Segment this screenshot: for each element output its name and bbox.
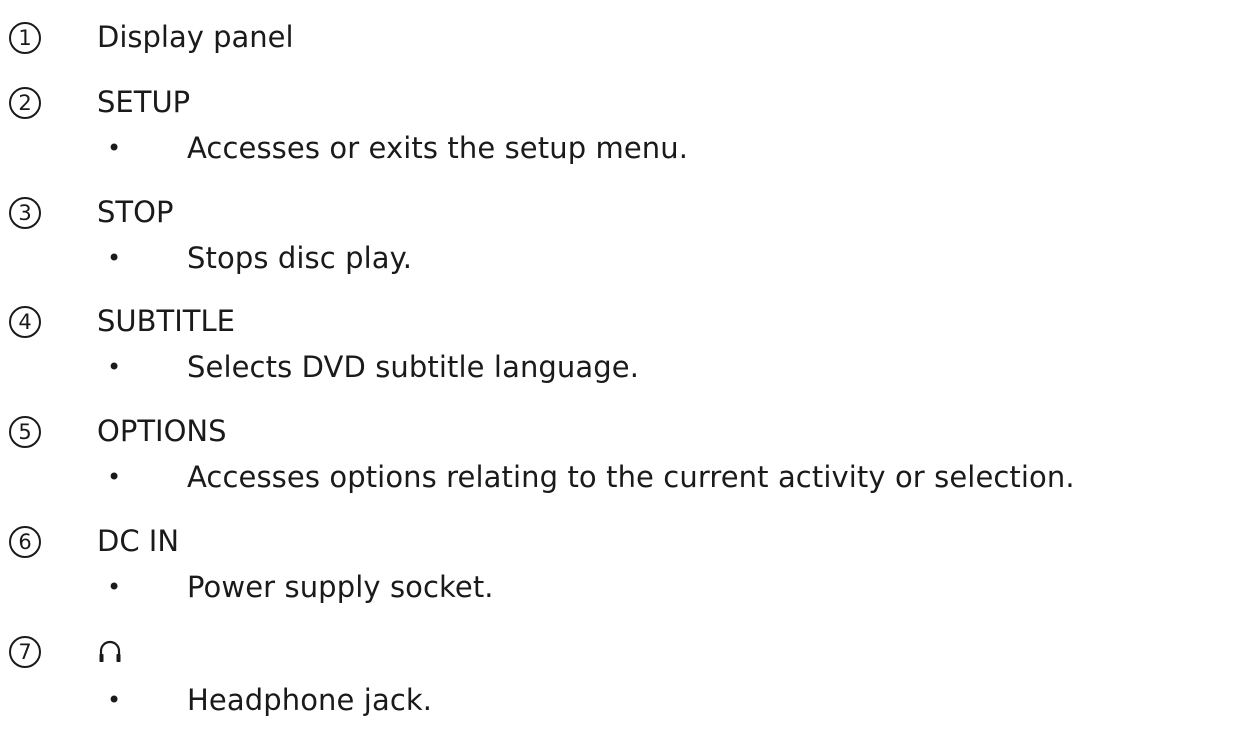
bullet: • [107, 573, 122, 601]
item-title-options: OPTIONS [97, 414, 227, 448]
item-number-5: 5 [9, 416, 41, 448]
item-number-7: 7 [9, 636, 41, 668]
item-number-3: 3 [9, 197, 41, 229]
item-title-dc-in: DC IN [97, 524, 180, 558]
item-title-stop: STOP [97, 195, 174, 229]
item-number-1: 1 [9, 22, 41, 54]
bullet: • [107, 463, 122, 491]
item-description-setup: Accesses or exits the setup menu. [187, 131, 689, 165]
item-description-dc-in: Power supply socket. [187, 570, 494, 604]
item-number-4: 4 [9, 306, 41, 338]
item-description-options: Accesses options relating to the current… [187, 460, 1075, 494]
item-description-headphone: Headphone jack. [187, 683, 433, 717]
bullet: • [107, 134, 122, 162]
item-description-subtitle: Selects DVD subtitle language. [187, 350, 640, 384]
item-number-6: 6 [9, 526, 41, 558]
item-title-subtitle: SUBTITLE [97, 304, 235, 338]
item-title-setup: SETUP [97, 85, 191, 119]
bullet: • [107, 244, 122, 272]
bullet: • [107, 686, 122, 714]
item-description-stop: Stops disc play. [187, 241, 413, 275]
headphone-icon [99, 640, 121, 662]
item-title-display-panel: Display panel [97, 20, 294, 54]
item-number-2: 2 [9, 87, 41, 119]
bullet: • [107, 353, 122, 381]
